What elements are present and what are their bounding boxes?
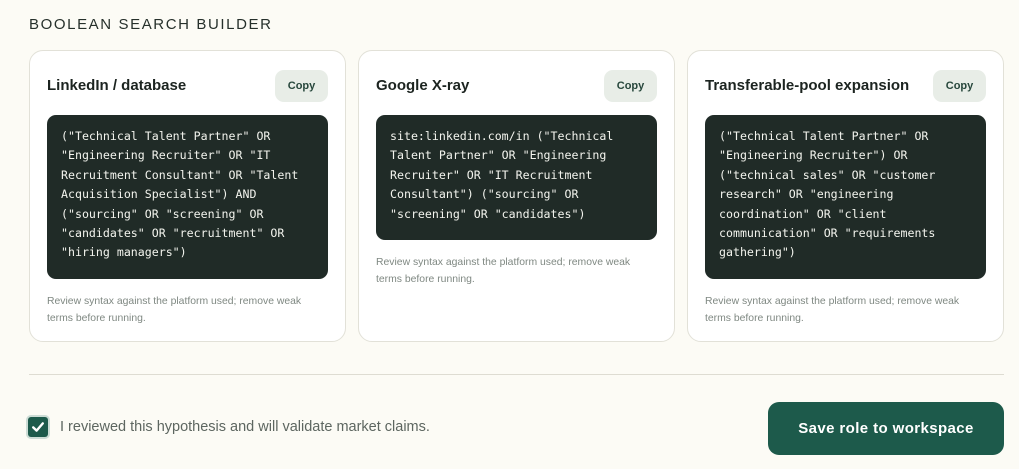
card-note: Review syntax against the platform used;… xyxy=(376,257,631,286)
card-google-xray: Google X-ray Copy site:linkedin.com/in (… xyxy=(358,50,675,342)
card-header: Transferable-pool expansion Copy xyxy=(705,69,986,102)
save-role-button[interactable]: Save role to workspace xyxy=(768,402,1004,455)
card-title: LinkedIn / database xyxy=(47,77,187,94)
card-linkedin-database: LinkedIn / database Copy ("Technical Tal… xyxy=(29,50,346,342)
card-note: Review syntax against the platform used;… xyxy=(705,295,960,324)
copy-button[interactable]: Copy xyxy=(275,69,328,102)
copy-button[interactable]: Copy xyxy=(933,69,986,102)
card-transferable-pool: Transferable-pool expansion Copy ("Techn… xyxy=(687,50,1004,342)
card-note: Review syntax against the platform used;… xyxy=(47,295,302,324)
card-title: Google X-ray xyxy=(376,77,470,94)
query-code-block[interactable]: site:linkedin.com/in ("Technical Talent … xyxy=(376,115,657,241)
copy-button[interactable]: Copy xyxy=(604,69,657,102)
review-checkbox[interactable] xyxy=(28,417,48,437)
section-title: BOOLEAN SEARCH BUILDER xyxy=(29,16,273,33)
query-code-block[interactable]: ("Technical Talent Partner" OR "Engineer… xyxy=(47,115,328,279)
search-cards: LinkedIn / database Copy ("Technical Tal… xyxy=(29,50,1004,342)
checkmark-icon xyxy=(32,422,44,432)
query-code-block[interactable]: ("Technical Talent Partner" OR "Engineer… xyxy=(705,115,986,279)
card-header: Google X-ray Copy xyxy=(376,69,657,102)
card-header: LinkedIn / database Copy xyxy=(47,69,328,102)
card-title: Transferable-pool expansion xyxy=(705,77,910,94)
section-divider xyxy=(29,374,1004,375)
review-checkbox-label[interactable]: I reviewed this hypothesis and will vali… xyxy=(60,419,430,435)
